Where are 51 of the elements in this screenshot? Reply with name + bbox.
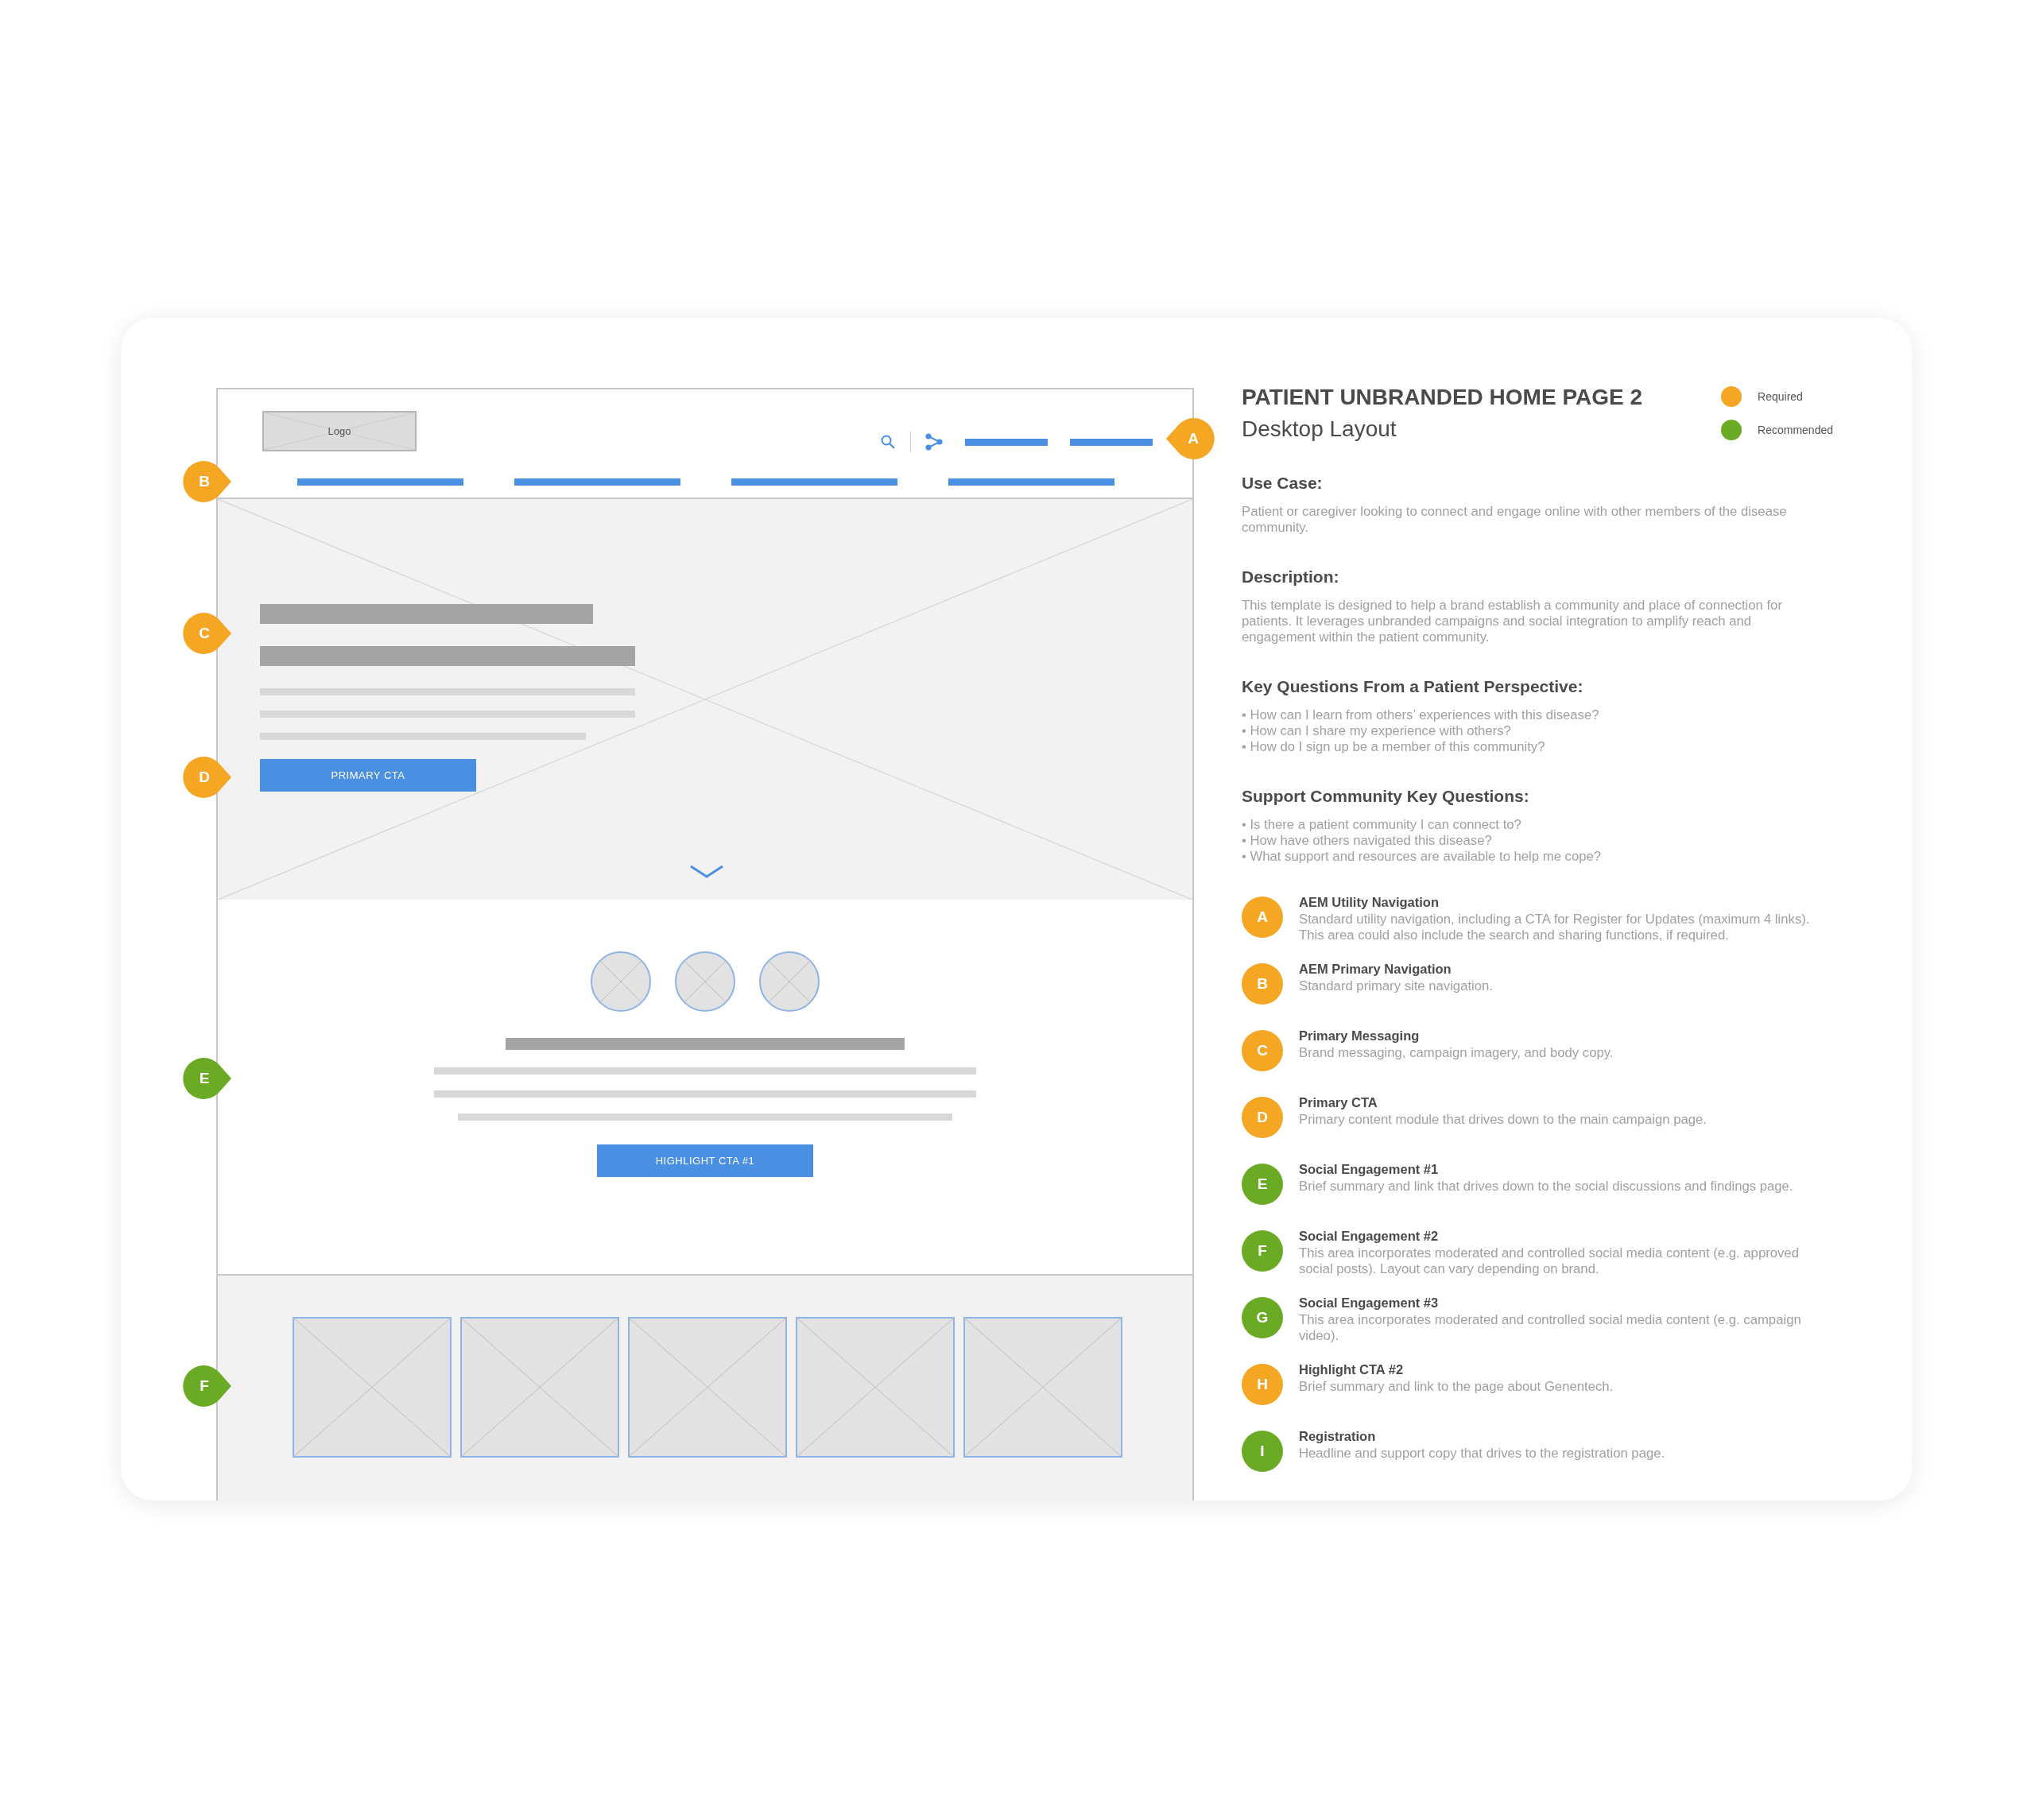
component-description: Standard primary site navigation. [1299,978,1493,994]
component-badge: D [1242,1097,1283,1138]
question-item: • How do I sign up be a member of this community? [1242,739,1546,755]
component-title: Social Engagement #3 [1299,1295,1440,1311]
question-item: • How can I share my experience with others? [1242,723,1512,739]
component-title: AEM Primary Navigation [1299,962,1452,977]
legend-label: Recommended [1758,424,1833,436]
section-heading: Key Questions From a Patient Perspective: [1242,677,1584,696]
component-title: Highlight CTA #2 [1299,1362,1405,1377]
component-description: Brief summary and link that drives down to the social discussions and findings page. [1299,1179,1793,1195]
section-text: Patient or caregiver looking to connect and engage online with other members of the disease community. [1242,504,1788,536]
component-title: Social Engagement #1 [1299,1162,1440,1177]
component-title: Primary CTA [1299,1095,1378,1110]
highlight-cta-button[interactable]: HIGHLIGHT CTA #1 [597,1144,813,1177]
page-subtitle: Desktop Layout [1242,416,1397,442]
component-title: Primary Messaging [1299,1028,1421,1044]
component-description: This area incorporates moderated and controlled social media content (e.g. approved social posts). Layout can vary depending on brand. [1299,1245,1800,1277]
section-heading: Use Case: [1242,474,1324,493]
component-description: This area incorporates moderated and controlled social media content (e.g. campaign video). [1299,1312,1802,1344]
component-description: Standard utility navigation, including a CTA for Register for Updates (maximum 4 links). This area could also include the search and sharing functions, if required. [1299,912,1811,943]
component-badge: F [1242,1230,1283,1272]
component-badge: E [1242,1164,1283,1205]
component-badge: B [1242,963,1283,1005]
question-item: • How can I learn from others’ experiences with this disease? [1242,707,1600,723]
component-badge: A [1242,896,1283,938]
component-description: Primary content module that drives down to the main campaign page. [1299,1112,1707,1128]
section-heading: Support Community Key Questions: [1242,787,1530,806]
question-item: • Is there a patient community I can connect to? [1242,817,1522,833]
component-title: AEM Utility Navigation [1299,895,1440,910]
section-text: This template is designed to help a brand establish a community and place of connection for patients. It leverages unbranded campaigns and social integration to amplify reach and engagement within the patient community. [1242,598,1783,645]
component-badge: I [1242,1431,1283,1472]
chevron-down-icon[interactable] [689,865,724,879]
utility-link-placeholder[interactable] [1070,438,1153,446]
section-heading: Description: [1242,567,1340,587]
component-badge: C [1242,1030,1283,1071]
search-icon[interactable] [880,434,896,450]
component-badge: H [1242,1364,1283,1405]
component-title: Registration [1299,1429,1377,1444]
component-badge: G [1242,1297,1283,1338]
utility-link-placeholder[interactable] [965,438,1048,446]
component-description: Headline and support copy that drives to the registration page. [1299,1446,1665,1462]
primary-cta-button[interactable]: PRIMARY CTA [260,759,476,792]
question-item: • How have others navigated this disease? [1242,833,1493,849]
component-title: Social Engagement #2 [1299,1229,1440,1244]
question-item: • What support and resources are available to help me cope? [1242,849,1603,865]
legend-label: Required [1758,390,1803,403]
logo-text: Logo [328,425,351,437]
share-icon[interactable] [925,433,943,451]
component-description: Brief summary and link to the page about Genentech. [1299,1379,1614,1395]
component-description: Brand messaging, campaign imagery, and body copy. [1299,1045,1614,1061]
page-title: PATIENT UNBRANDED HOME PAGE 2 [1242,385,1643,410]
